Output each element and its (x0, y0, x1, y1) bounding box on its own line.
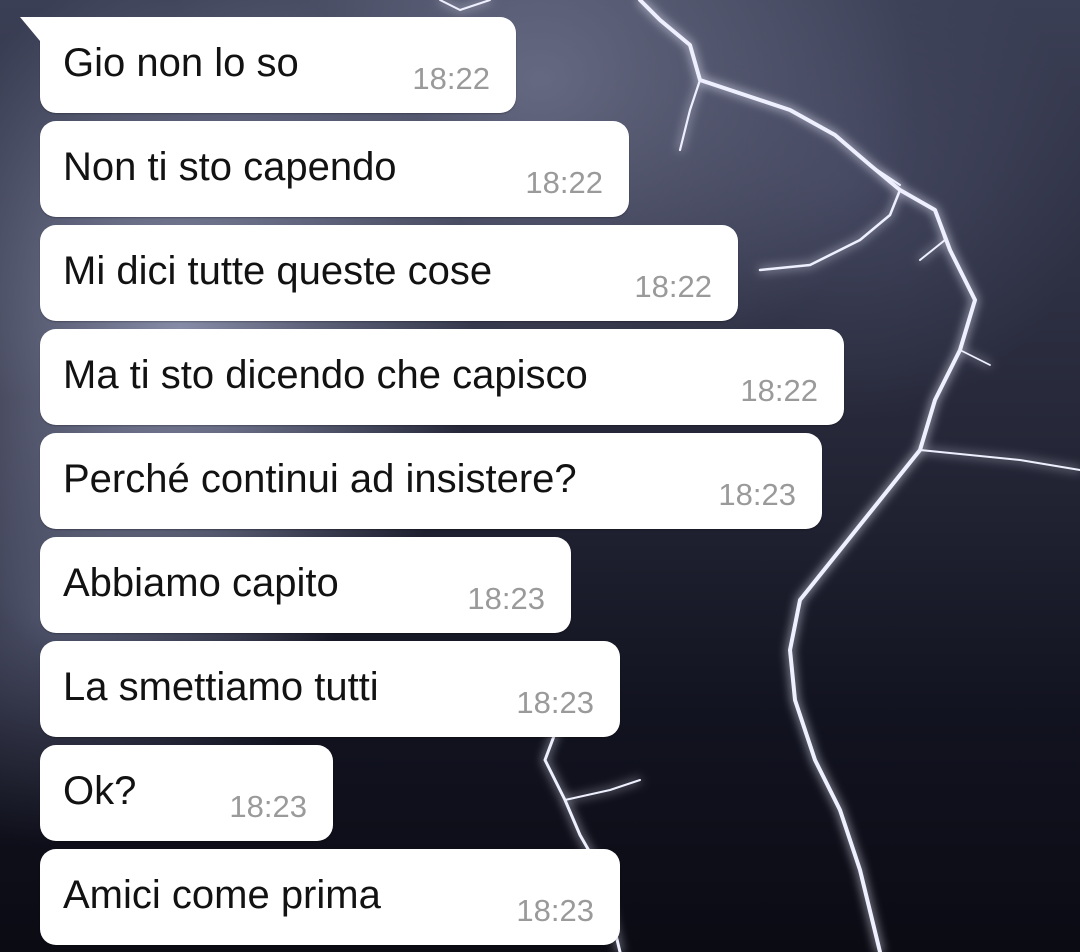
message-bubble[interactable]: Non ti sto capendo 18:22 (40, 121, 629, 217)
message-timestamp: 18:23 (467, 581, 545, 616)
message-text: Gio non lo so (63, 41, 299, 85)
message-text: Ma ti sto dicendo che capisco (63, 353, 588, 397)
message-text: Abbiamo capito (63, 561, 339, 605)
message-bubble[interactable]: Mi dici tutte queste cose 18:22 (40, 225, 738, 321)
bubble-tail (20, 17, 40, 41)
message-bubble[interactable]: Amici come prima 18:23 (40, 849, 620, 945)
message-timestamp: 18:22 (740, 373, 818, 408)
message-timestamp: 18:23 (516, 685, 594, 720)
message-text: Ok? (63, 769, 137, 813)
message-bubble[interactable]: Gio non lo so 18:22 (20, 17, 516, 113)
message-timestamp: 18:23 (718, 477, 796, 512)
message-text: Perché continui ad insistere? (63, 457, 577, 501)
message-text: La smettiamo tutti (63, 665, 379, 709)
message-timestamp: 18:22 (525, 165, 603, 200)
message-bubble[interactable]: Ok? 18:23 (40, 745, 333, 841)
message-text: Non ti sto capendo (63, 145, 397, 189)
message-text: Mi dici tutte queste cose (63, 249, 493, 293)
message-bubble[interactable]: Abbiamo capito 18:23 (40, 537, 571, 633)
message-bubble[interactable]: Ma ti sto dicendo che capisco 18:22 (40, 329, 844, 425)
message-timestamp: 18:23 (229, 789, 307, 824)
message-timestamp: 18:23 (516, 893, 594, 928)
message-timestamp: 18:22 (412, 61, 490, 96)
message-bubble[interactable]: La smettiamo tutti 18:23 (40, 641, 620, 737)
message-text: Amici come prima (63, 873, 381, 917)
message-bubble[interactable]: Perché continui ad insistere? 18:23 (40, 433, 822, 529)
message-timestamp: 18:22 (634, 269, 712, 304)
